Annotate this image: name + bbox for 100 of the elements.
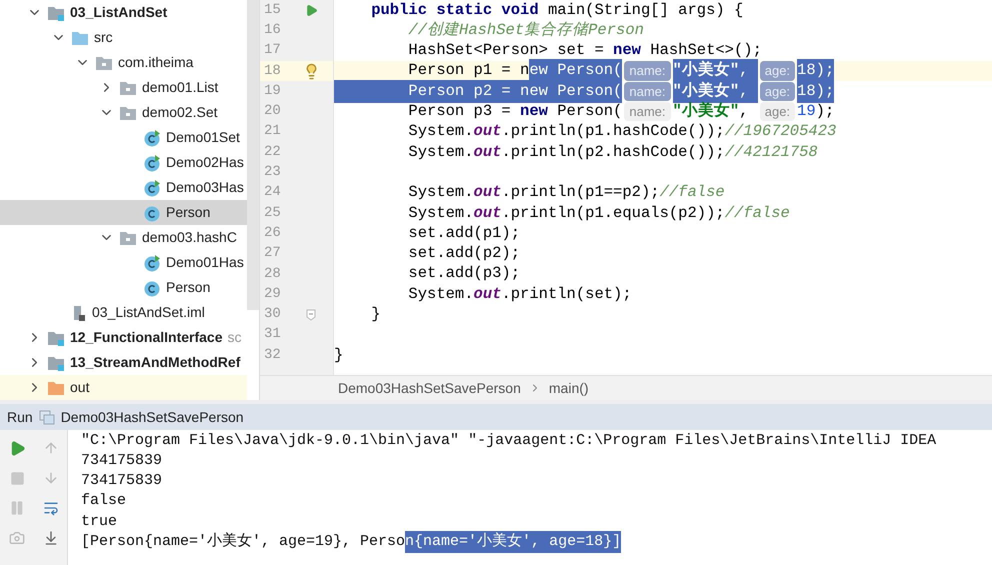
scroll-to-end-icon[interactable]	[42, 530, 58, 546]
module-folder-icon	[47, 4, 65, 20]
run-icon[interactable]	[304, 4, 318, 17]
runnable-class-icon	[143, 154, 161, 172]
line-number: 23	[263, 163, 282, 182]
console-text: n{name='小美女', age=18}]	[405, 530, 622, 554]
parameter-hint: name:	[624, 61, 671, 81]
console-text: false	[81, 491, 126, 512]
package-icon	[119, 104, 137, 120]
console-text: 734175839	[81, 471, 162, 492]
tree-item-label: demo03.hashC	[142, 228, 237, 247]
line-number: 18	[263, 62, 282, 81]
line-number: 26	[263, 224, 282, 243]
code-token: out	[474, 202, 502, 224]
tree-item-label: demo01.List	[142, 78, 218, 97]
code-token: .println(p2.hashCode());	[501, 142, 725, 163]
code-token: out	[474, 284, 502, 305]
tree-item-label: Demo01Has	[166, 253, 244, 272]
parameter-hint: name:	[624, 102, 671, 122]
line-number: 27	[263, 244, 282, 264]
code-token: System.	[407, 284, 474, 305]
line-number: 19	[263, 82, 282, 101]
code-token: out	[474, 182, 502, 204]
code-token: System.	[407, 182, 474, 204]
code-token: HashSet<>();	[650, 40, 762, 60]
soft-wrap-icon[interactable]	[42, 500, 58, 516]
code-token: );	[816, 101, 834, 122]
class-icon	[143, 278, 161, 296]
code-token: "小美女"	[672, 100, 740, 122]
tree-item-label: Demo01Set	[166, 128, 240, 147]
code-token: HashSet<Person> set =	[407, 40, 605, 62]
console-text: "C:\Program Files\Java\jdk-9.0.1\bin\java" "-javaagent:C:\Program Files\JetBrains\IntelliJ IDEA	[81, 430, 936, 451]
line-number: 15	[263, 0, 282, 20]
package-icon	[119, 80, 137, 96]
run-label: Run	[7, 408, 33, 426]
tree-item-label: demo02.Set	[142, 103, 218, 122]
code-token: //42121758	[724, 142, 818, 163]
tree-item-label: Person	[166, 278, 210, 297]
line-number: 25	[263, 204, 282, 223]
module-file-icon	[71, 304, 87, 322]
scrollbar[interactable]	[247, 0, 259, 310]
code-token: "小美女"	[672, 80, 740, 103]
tree-item[interactable]: out	[0, 375, 247, 400]
code-token: set.add(p3);	[407, 263, 520, 284]
code-token: public static void	[370, 0, 540, 21]
tree-item-label: 13_StreamAndMethodRef	[70, 353, 240, 372]
code-token: }	[370, 304, 381, 325]
module-folder-icon	[47, 330, 65, 346]
package-icon	[119, 230, 137, 246]
folder-icon	[71, 30, 89, 46]
code-token: .println(p1.hashCode());	[501, 121, 725, 142]
runnable-class-icon	[143, 178, 161, 196]
code-token: set.add(p1);	[407, 222, 520, 244]
line-number: 20	[263, 102, 282, 122]
code-token: System.	[407, 142, 474, 163]
parameter-hint: age:	[760, 102, 796, 122]
code-token: //false	[660, 182, 725, 204]
code-token: Person(	[557, 101, 622, 122]
code-token: main(String[] args) {	[548, 0, 744, 21]
code-token: System.	[407, 202, 474, 224]
parameter-hint: name:	[624, 82, 671, 102]
line-number: 32	[263, 346, 282, 365]
module-folder-icon	[47, 354, 65, 370]
tree-item-label: Demo02Has	[166, 153, 244, 172]
package-icon	[95, 54, 113, 70]
tree-item[interactable]: Person	[0, 200, 247, 225]
tree-item-label: Demo03Has	[166, 178, 244, 197]
code-token: .println(p1==p2);	[501, 182, 660, 204]
code-token: Person p3 =	[407, 101, 512, 122]
window-icon	[38, 410, 55, 424]
breadcrumb[interactable]: main()	[548, 378, 589, 398]
code-token: //false	[724, 202, 790, 224]
code-token: .println(p1.equals(p2));	[501, 202, 725, 224]
console-text: [Person{name='小美女', age=19}, Perso	[81, 531, 406, 552]
tree-item-label: src	[94, 28, 113, 47]
tree-item-label: 12_FunctionalInterface	[70, 328, 222, 347]
parameter-hint: age:	[760, 61, 796, 81]
runnable-class-icon	[143, 254, 161, 272]
breadcrumb[interactable]: Demo03HashSetSavePerson	[338, 378, 521, 398]
code-token: .println(set);	[501, 284, 632, 305]
tree-item-label: 03_ListAndSet	[70, 3, 168, 22]
tree-item-label: Person	[166, 203, 210, 222]
line-number: 28	[263, 264, 282, 284]
code-token: new	[613, 40, 642, 62]
tree-item-label: com.itheima	[118, 53, 194, 72]
console-text: true	[81, 512, 118, 532]
runnable-class-icon	[143, 128, 161, 146]
line-number: 30	[263, 305, 282, 324]
line-number: 29	[263, 284, 282, 304]
class-icon	[143, 204, 161, 222]
code-token: out	[474, 142, 502, 163]
folder-icon	[47, 380, 65, 396]
run-configuration-tab[interactable]: Demo03HashSetSavePerson	[60, 406, 244, 428]
line-number: 21	[263, 122, 282, 142]
fold-icon[interactable]	[306, 308, 316, 321]
code-token: ,	[739, 101, 750, 122]
code-token: set.add(p2);	[407, 243, 520, 264]
code-token: 19	[797, 101, 816, 122]
code-token: }	[334, 344, 344, 366]
line-number: 31	[263, 325, 282, 344]
